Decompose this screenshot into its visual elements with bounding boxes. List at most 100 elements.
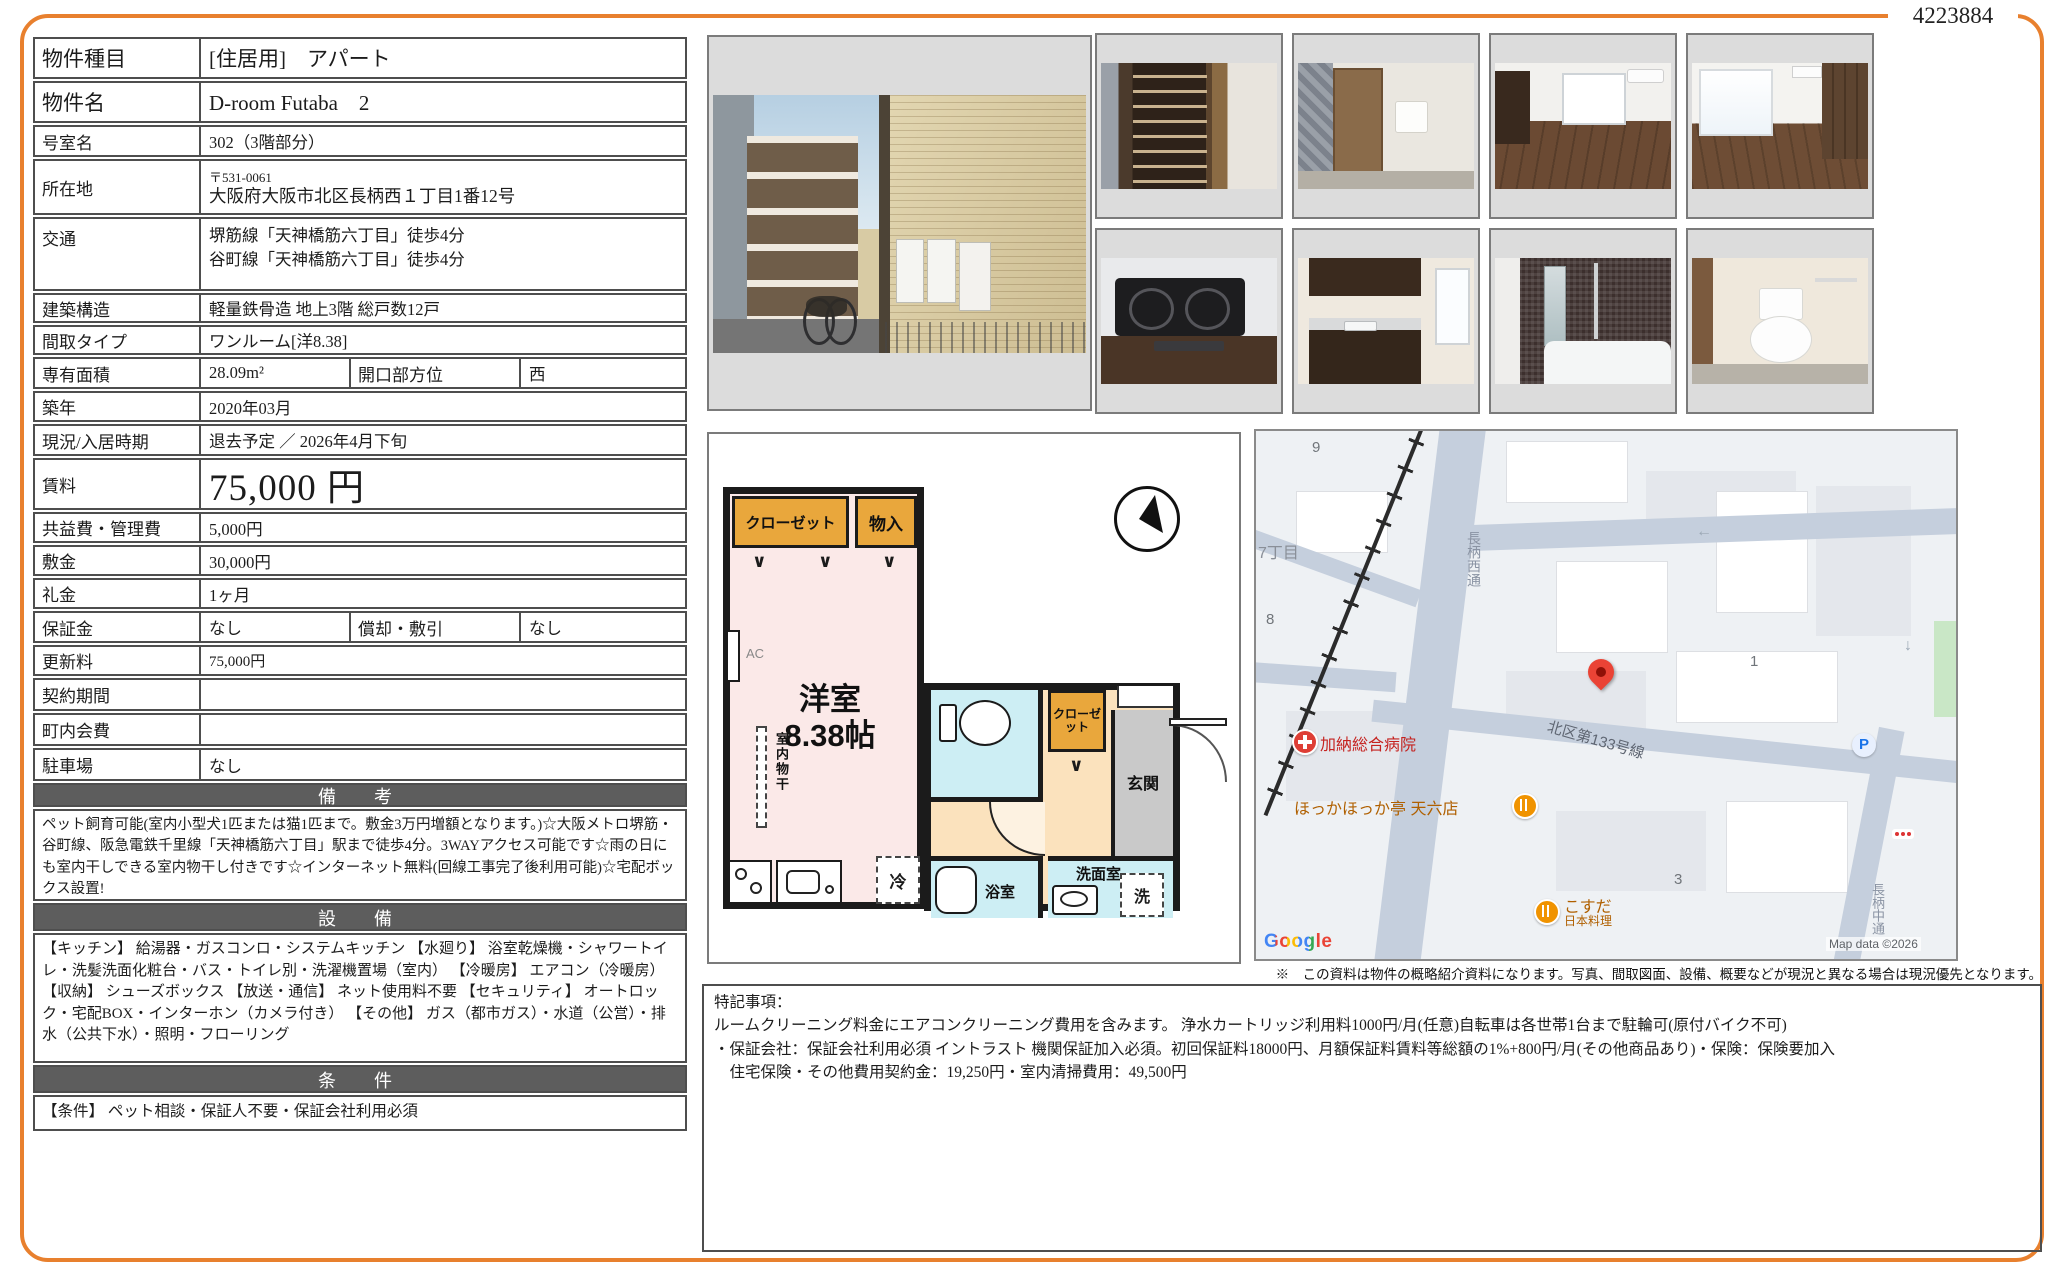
row-label: 契約期間 bbox=[35, 680, 201, 709]
row-label: 物件種目 bbox=[35, 39, 201, 77]
row-label: 号室名 bbox=[35, 127, 201, 155]
equipment-text: 【キッチン】 給湯器・ガスコンロ・システムキッチン 【水廻り】 浴室乾燥機・シャ… bbox=[33, 933, 687, 1063]
toilet-photo bbox=[1692, 258, 1868, 384]
photo-panel-room-closet-view bbox=[1686, 33, 1874, 219]
park-area bbox=[1934, 621, 1958, 717]
entrance-area: 玄関 bbox=[1111, 710, 1173, 856]
toilet-room bbox=[931, 690, 1043, 802]
row-value: 302（3階部分） bbox=[201, 127, 685, 155]
arrow-left-icon: ← bbox=[1696, 523, 1712, 541]
table-row: 保証金 なし 償却・敷引 なし bbox=[33, 611, 687, 643]
map-panel: 9 8 1 3 7丁目 長柄西通 長柄中通 北区第133号線 ← ↓ 加納総合病… bbox=[1254, 429, 1958, 961]
photo-panel-toilet bbox=[1686, 228, 1874, 414]
row-value: なし bbox=[201, 613, 351, 641]
washbasin-icon bbox=[1052, 885, 1098, 915]
towel-bar bbox=[1815, 278, 1857, 282]
address-block: 〒531-0061大阪府大阪市北区長柄西１丁目1番12号 bbox=[209, 167, 515, 207]
table-row: 共益費・管理費 5,000円 bbox=[33, 512, 687, 543]
row-label: 現況/入居時期 bbox=[35, 426, 201, 454]
table-row: 号室名 302（3階部分） bbox=[33, 125, 687, 157]
special-notes-line: 住宅保険・その他費用契約金：19,250円・室内清掃費用：49,500円 bbox=[714, 1061, 2030, 1084]
conditions-header: 条 件 bbox=[33, 1065, 687, 1093]
restaurant-icon bbox=[1534, 899, 1560, 925]
row-value: 5,000円 bbox=[201, 514, 685, 541]
room-size: 8.38帖 bbox=[740, 718, 920, 754]
row-label: 更新料 bbox=[35, 647, 201, 674]
special-notes-line: ルームクリーニング料金にエアコンクリーニング費用を含みます。 浄水カートリッジ利… bbox=[714, 1014, 2030, 1037]
entrance-label: 玄関 bbox=[1127, 770, 1159, 794]
postal-code: 〒531-0061 bbox=[209, 170, 515, 186]
main-room: クローゼット 物入 ∨ ∨ ∨ AC 室内物干 洋室 8.38帖 冷 bbox=[723, 487, 924, 909]
fence bbox=[885, 322, 1086, 353]
washroom: 洗面室 洗 bbox=[1048, 856, 1173, 918]
kitchen-sink bbox=[1344, 321, 1378, 331]
rent-value: 75,000 円 bbox=[201, 460, 685, 508]
remarks-header: 備 考 bbox=[33, 783, 687, 807]
photo-panel-shoe-closet bbox=[1095, 33, 1283, 219]
row-label: 所在地 bbox=[35, 161, 201, 213]
special-notes-title: 特記事項： bbox=[714, 991, 2030, 1014]
folding-door-icon: ∨ bbox=[752, 552, 767, 570]
row-value: 西 bbox=[521, 359, 685, 387]
table-row: 専有面積 28.09m² 開口部方位 西 bbox=[33, 357, 687, 389]
closet-area: クローゼット bbox=[732, 496, 849, 548]
block-number: 9 bbox=[1312, 439, 1320, 456]
door-swing-icon bbox=[989, 802, 1045, 856]
bathtub-icon bbox=[935, 866, 977, 914]
road-name-west: 長柄西通 bbox=[1464, 531, 1484, 587]
hospital-icon bbox=[1292, 729, 1318, 755]
room-photo-1 bbox=[1495, 63, 1671, 189]
fridge-space-icon: 冷 bbox=[876, 856, 920, 904]
bathroom-mirror bbox=[1544, 266, 1565, 346]
ac-unit-icon bbox=[726, 630, 740, 682]
remarks-text: ペット飼育可能(室内小型犬1匹または猫1匹まで。敷金3万円増額となります。)☆大… bbox=[33, 809, 687, 901]
row-value bbox=[201, 715, 685, 744]
photo-panel-kitchen bbox=[1292, 228, 1480, 414]
row-label: 物件名 bbox=[35, 83, 201, 121]
row-value: 2020年03月 bbox=[201, 393, 685, 420]
address-text: 大阪府大阪市北区長柄西１丁目1番12号 bbox=[209, 186, 515, 207]
building-exterior-photo bbox=[713, 95, 1086, 353]
air-conditioner bbox=[1627, 69, 1664, 82]
entrance-door-swing-icon bbox=[1171, 724, 1227, 782]
row-value: 75,000円 bbox=[201, 647, 685, 674]
compass-icon bbox=[1114, 486, 1180, 552]
table-row: 更新料 75,000円 bbox=[33, 645, 687, 676]
mailbox bbox=[927, 239, 955, 303]
shower-bar bbox=[1594, 263, 1598, 339]
row-value bbox=[201, 680, 685, 709]
upper-door-icon bbox=[1117, 686, 1173, 708]
table-row: 築年 2020年03月 bbox=[33, 391, 687, 422]
table-row: 建築構造 軽量鉄骨造 地上3階 総戸数12戸 bbox=[33, 293, 687, 323]
closet2-area: クローゼット bbox=[1048, 690, 1106, 752]
row-value: 軽量鉄骨造 地上3階 総戸数12戸 bbox=[201, 295, 685, 321]
table-row: 町内会費 bbox=[33, 713, 687, 746]
table-row: 物件名 D-room Futaba 2 bbox=[33, 81, 687, 123]
room-photo-2 bbox=[1692, 63, 1868, 189]
folding-door-icon: ∨ bbox=[1069, 756, 1084, 774]
bicycle-frame bbox=[806, 296, 847, 317]
mailbox bbox=[896, 239, 924, 303]
property-spec-table: 物件種目 [住居用] アパート 物件名 D-room Futaba 2 号室名 … bbox=[33, 37, 687, 1131]
folding-door-icon: ∨ bbox=[818, 552, 833, 570]
disclaimer-note: ※ この資料は物件の概略紹介資料になります。写真、間取図面、設備、概要などが現況… bbox=[700, 963, 2042, 983]
photo-panel-room-kitchen-view bbox=[1489, 33, 1677, 219]
photo-panel-bathroom bbox=[1489, 228, 1677, 414]
table-row: 契約期間 bbox=[33, 678, 687, 711]
row-label: 間取タイプ bbox=[35, 327, 201, 353]
table-row: 物件種目 [住居用] アパート bbox=[33, 37, 687, 79]
row-value: ワンルーム[洋8.38] bbox=[201, 327, 685, 353]
row-label: 建築構造 bbox=[35, 295, 201, 321]
photo-panel-stove bbox=[1095, 228, 1283, 414]
row-value: 1ヶ月 bbox=[201, 580, 685, 607]
row-value: 30,000円 bbox=[201, 547, 685, 574]
document-number: 4223884 bbox=[1888, 2, 2018, 30]
row-value: 退去予定 ／ 2026年4月下旬 bbox=[201, 426, 685, 454]
special-notes-box: 特記事項： ルームクリーニング料金にエアコンクリーニング費用を含みます。 浄水カ… bbox=[702, 984, 2042, 1252]
row-label: 交通 bbox=[35, 219, 201, 289]
washer-space-icon: 洗 bbox=[1120, 873, 1164, 917]
table-row: 賃料 75,000 円 bbox=[33, 458, 687, 510]
row-label: 償却・敷引 bbox=[351, 613, 521, 641]
wing-block: クローゼット ∨ 玄関 浴室 洗面室 洗 bbox=[924, 683, 1180, 911]
storage-area: 物入 bbox=[855, 496, 917, 548]
